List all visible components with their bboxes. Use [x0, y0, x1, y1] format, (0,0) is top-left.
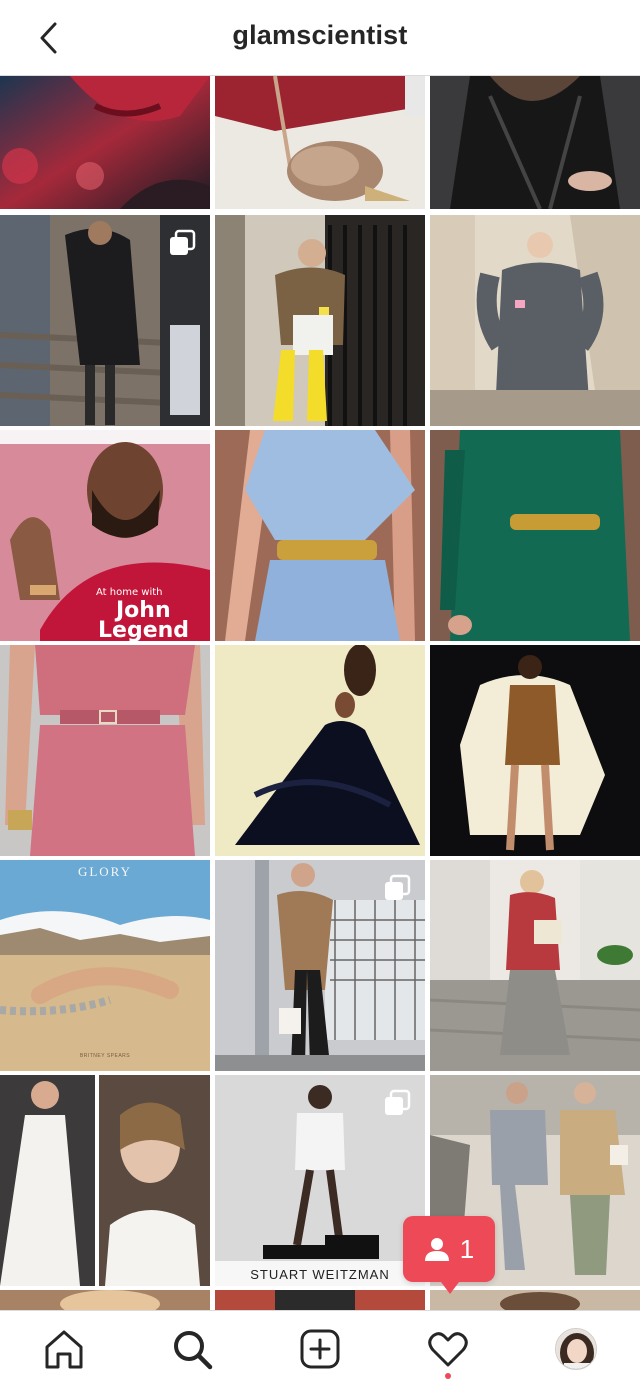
brand-caption: STUART WEITZMAN	[250, 1267, 390, 1282]
cover-subtitle: At home with	[96, 587, 163, 598]
post-partial-3[interactable]	[430, 1290, 640, 1310]
profile-username: glamscientist	[232, 20, 408, 50]
post-red-lips[interactable]	[0, 76, 210, 209]
post-leather-coat[interactable]	[430, 76, 640, 209]
nav-new-post[interactable]	[296, 1325, 344, 1373]
post-plaid-jacket[interactable]	[430, 860, 640, 1071]
home-icon	[45, 1330, 83, 1369]
notification-count: 1	[459, 1233, 475, 1264]
nav-profile[interactable]	[552, 1325, 600, 1373]
nav-home[interactable]	[40, 1325, 88, 1373]
post-partial-2[interactable]	[215, 1290, 425, 1310]
cover-name-last: Legend	[98, 618, 190, 641]
bottom-nav	[0, 1310, 640, 1386]
post-john-legend-cover[interactable]: At home with John Legend	[0, 430, 210, 641]
person-icon	[424, 1238, 449, 1261]
post-pink-dress[interactable]	[0, 645, 210, 856]
multiple-posts-icon	[385, 1089, 411, 1115]
post-blue-dress[interactable]	[215, 430, 425, 641]
post-yellow-boots[interactable]	[215, 215, 425, 426]
nav-search[interactable]	[168, 1325, 216, 1373]
post-fur-heels[interactable]	[215, 76, 425, 209]
post-camel-coat[interactable]	[215, 860, 425, 1071]
post-grid: At home with John Legend GLORY BRITNEY S…	[0, 76, 640, 1310]
post-partial-1[interactable]	[0, 1290, 210, 1310]
nav-activity[interactable]	[424, 1325, 472, 1373]
search-icon	[174, 1331, 213, 1370]
post-grey-coat[interactable]	[430, 215, 640, 426]
cover-artist: BRITNEY SPEARS	[79, 1053, 131, 1059]
multiple-posts-icon	[170, 229, 196, 255]
app-root: glamscientist At home with John Legend G…	[0, 0, 640, 1386]
top-bar: glamscientist	[0, 0, 640, 76]
plus-square-icon	[300, 1329, 340, 1369]
heart-icon	[428, 1332, 468, 1367]
avatar	[555, 1328, 597, 1370]
activity-notification-bubble[interactable]: 1	[403, 1216, 495, 1294]
cover-title: GLORY	[77, 864, 133, 879]
activity-indicator-dot	[445, 1373, 451, 1379]
post-glory-cover[interactable]: GLORY BRITNEY SPEARS	[0, 860, 210, 1071]
post-leather-trench[interactable]	[0, 215, 210, 426]
post-white-halter[interactable]	[0, 1075, 210, 1286]
post-stuart-weitzman[interactable]: STUART WEITZMAN	[215, 1075, 425, 1286]
post-black-gown[interactable]	[215, 645, 425, 856]
multiple-posts-icon	[385, 874, 411, 900]
post-green-dress[interactable]	[430, 430, 640, 641]
post-satin-slip[interactable]	[430, 645, 640, 856]
